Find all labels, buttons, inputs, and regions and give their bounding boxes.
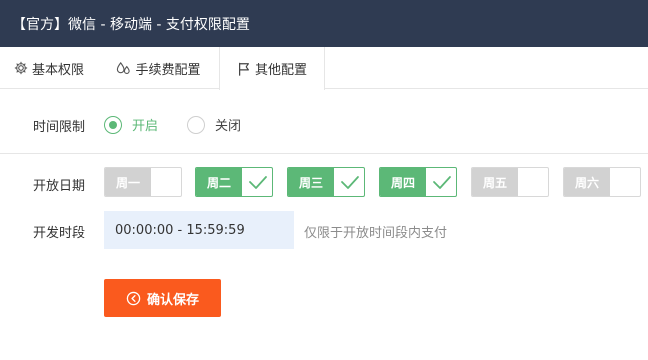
app-title-bar: 【官方】微信 - 移动端 - 支付权限配置 (0, 0, 648, 47)
time-range-hint: 仅限于开放时间段内支付 (304, 226, 448, 241)
day-label: 周六 (564, 168, 610, 196)
day-label: 周一 (105, 168, 151, 196)
day-label: 周五 (472, 168, 518, 196)
day-toggle-thu[interactable]: 周四 (379, 167, 457, 197)
tab-label: 其他配置 (254, 63, 307, 78)
time-range-input[interactable]: 00:00:00 - 15:59:59 (104, 211, 294, 249)
save-button[interactable]: 确认保存 (104, 279, 221, 317)
radio-circle (104, 115, 122, 134)
open-days-label: 开放日期 (33, 179, 86, 194)
day-toggle-wed[interactable]: 周三 (287, 167, 365, 197)
day-label: 周四 (380, 168, 426, 196)
gear-icon (14, 61, 28, 75)
radio-enable[interactable]: 开启 (104, 115, 158, 134)
drops-icon (116, 61, 131, 76)
tab-label: 手续费配置 (135, 62, 201, 78)
open-time-label: 开发时段 (33, 226, 86, 241)
radio-label: 关闭 (215, 119, 242, 134)
radio-label: 开启 (132, 119, 159, 134)
day-label: 周三 (288, 168, 334, 196)
circle-arrow-icon (126, 291, 141, 306)
tab-fee-config[interactable]: 手续费配置 (98, 47, 219, 89)
check-icon (433, 176, 451, 189)
app-title: 【官方】微信 - 移动端 - 支付权限配置 (12, 16, 250, 33)
section-divider (0, 153, 648, 154)
day-toggle-tue[interactable]: 周二 (195, 167, 273, 197)
time-range-value: 00:00:00 - 15:59:59 (115, 222, 245, 238)
save-button-label: 确认保存 (146, 292, 199, 308)
radio-circle (187, 115, 205, 134)
tab-basic-permissions[interactable]: 基本权限 (0, 47, 98, 89)
day-label: 周二 (196, 168, 242, 196)
check-icon (249, 176, 267, 189)
day-toggle-mon[interactable]: 周一 (104, 167, 182, 197)
tab-other-config[interactable]: 其他配置 (219, 47, 325, 90)
radio-disable[interactable]: 关闭 (187, 115, 241, 134)
flag-icon (237, 62, 251, 76)
day-toggle-fri[interactable]: 周五 (471, 167, 549, 197)
tab-bar: 基本权限 手续费配置 其他配置 (0, 47, 648, 90)
tab-label: 基本权限 (31, 62, 84, 78)
time-limit-label: 时间限制 (33, 120, 86, 135)
check-icon (341, 176, 359, 189)
day-toggle-sat[interactable]: 周六 (563, 167, 641, 197)
